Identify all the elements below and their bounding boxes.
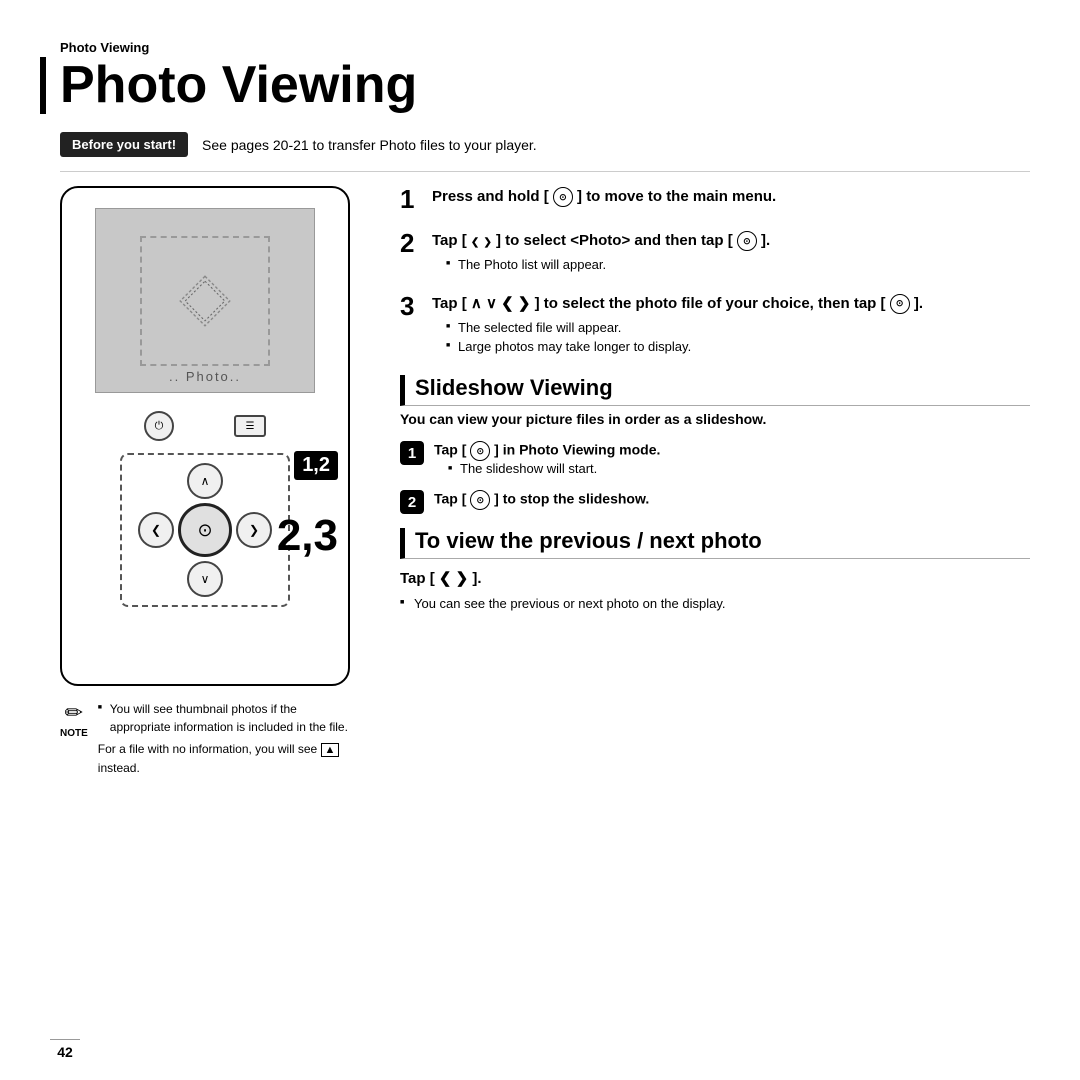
page-title: Photo Viewing [40, 57, 1030, 114]
slideshow-intro: You can view your picture files in order… [400, 410, 1030, 430]
step-3-text: Tap [ ∧ ∨ ❮ ❯ ] to select the photo file… [432, 293, 1030, 314]
slideshow-tap-btn-2: ⊙ [470, 490, 490, 510]
before-start-badge: Before you start! [60, 132, 188, 157]
step-3-sub-2: Large photos may take longer to display. [446, 337, 1030, 357]
step-3-subs: The selected file will appear. Large pho… [432, 318, 1030, 357]
dpad-dashed-box: ∧ ❮ ⊙ ❯ ∨ [120, 453, 290, 607]
to-view-section: To view the previous / next photo Tap [ … [400, 528, 1030, 611]
step-label-23: 2,3 [277, 511, 338, 561]
hold-btn-icon: ⊙ [553, 187, 573, 207]
slideshow-step-1-subs: The slideshow will start. [434, 461, 1030, 476]
breadcrumb: Photo Viewing [60, 40, 1030, 55]
slideshow-step-1-content: Tap [ ⊙ ] in Photo Viewing mode. The sli… [434, 441, 1030, 476]
step-3-number: 3 [400, 293, 422, 319]
menu-button[interactable]: ☰ [234, 415, 266, 437]
slideshow-step-1: 1 Tap [ ⊙ ] in Photo Viewing mode. The s… [400, 441, 1030, 476]
step-label-12: 1,2 [294, 451, 338, 480]
slideshow-step-1-badge: 1 [400, 441, 424, 465]
device-illustration: Photo 1 ⏻ ☰ 1,2 [60, 186, 350, 686]
slideshow-step-1-sub-1: The slideshow will start. [448, 461, 1030, 476]
slideshow-step-2-badge: 2 [400, 490, 424, 514]
page-number: 42 [50, 1039, 80, 1060]
step-3-sub-1: The selected file will appear. [446, 318, 1030, 338]
step-2: 2 Tap [ ❮ ❯ ] to select <Photo> and then… [400, 230, 1030, 275]
controls-area: ⏻ ☰ 1,2 ∧ ❮ ⊙ [62, 411, 348, 607]
step-2-content: Tap [ ❮ ❯ ] to select <Photo> and then t… [432, 230, 1030, 275]
photo-icon [170, 266, 240, 336]
before-start-bar: Before you start! See pages 20-21 to tra… [60, 132, 1030, 172]
note-text: ■ You will see thumbnail photos if the a… [98, 700, 350, 777]
step-2-text: Tap [ ❮ ❯ ] to select <Photo> and then t… [432, 230, 1030, 251]
slideshow-step-2-text: Tap [ ⊙ ] to stop the slideshow. [434, 490, 1030, 510]
step-1: 1 Press and hold [ ⊙ ] to move to the ma… [400, 186, 1030, 212]
right-column: 1 Press and hold [ ⊙ ] to move to the ma… [400, 186, 1030, 777]
to-view-tap: Tap [ ❮ ❯ ]. [400, 569, 1030, 587]
dpad-right[interactable]: ❯ [236, 512, 272, 548]
slideshow-tap-btn-1: ⊙ [470, 441, 490, 461]
step-2-number: 2 [400, 230, 422, 256]
dpad-center[interactable]: ⊙ [178, 503, 232, 557]
step-2-sub-1: The Photo list will appear. [446, 255, 1030, 275]
step-3: 3 Tap [ ∧ ∨ ❮ ❯ ] to select the photo fi… [400, 293, 1030, 357]
step-1-text: Press and hold [ ⊙ ] to move to the main… [432, 186, 1030, 207]
to-view-sub-text: You can see the previous or next photo o… [414, 596, 726, 611]
power-button[interactable]: ⏻ [144, 411, 174, 441]
main-content: Photo 1 ⏻ ☰ 1,2 [60, 186, 1030, 777]
before-start-text: See pages 20-21 to transfer Photo files … [202, 137, 537, 153]
to-view-heading: To view the previous / next photo [400, 528, 1030, 559]
device-screen-inner [140, 236, 270, 366]
to-view-sub-container: ■ You can see the previous or next photo… [400, 595, 1030, 611]
slideshow-heading: Slideshow Viewing [400, 375, 1030, 406]
dpad-left[interactable]: ❮ [138, 512, 174, 548]
note-section: ✏ NOTE ■ You will see thumbnail photos i… [60, 700, 350, 777]
step-1-number: 1 [400, 186, 422, 212]
tap-btn-icon-3: ⊙ [890, 294, 910, 314]
note-label: NOTE [60, 728, 88, 739]
step-1-content: Press and hold [ ⊙ ] to move to the main… [432, 186, 1030, 207]
left-column: Photo 1 ⏻ ☰ 1,2 [60, 186, 370, 777]
step-3-content: Tap [ ∧ ∨ ❮ ❯ ] to select the photo file… [432, 293, 1030, 357]
tap-btn-icon-2: ⊙ [737, 231, 757, 251]
step-2-subs: The Photo list will appear. [432, 255, 1030, 275]
slideshow-step-2-content: Tap [ ⊙ ] to stop the slideshow. [434, 490, 1030, 510]
note-pencil-icon: ✏ [65, 700, 83, 726]
device-screen: Photo [95, 208, 315, 393]
slideshow-step-2: 2 Tap [ ⊙ ] to stop the slideshow. [400, 490, 1030, 514]
page-container: Photo Viewing Photo Viewing Before you s… [0, 0, 1080, 1080]
photo-label: Photo [96, 369, 314, 384]
slideshow-step-1-text: Tap [ ⊙ ] in Photo Viewing mode. [434, 441, 1030, 461]
dpad-down[interactable]: ∨ [187, 561, 223, 597]
dpad-up[interactable]: ∧ [187, 463, 223, 499]
